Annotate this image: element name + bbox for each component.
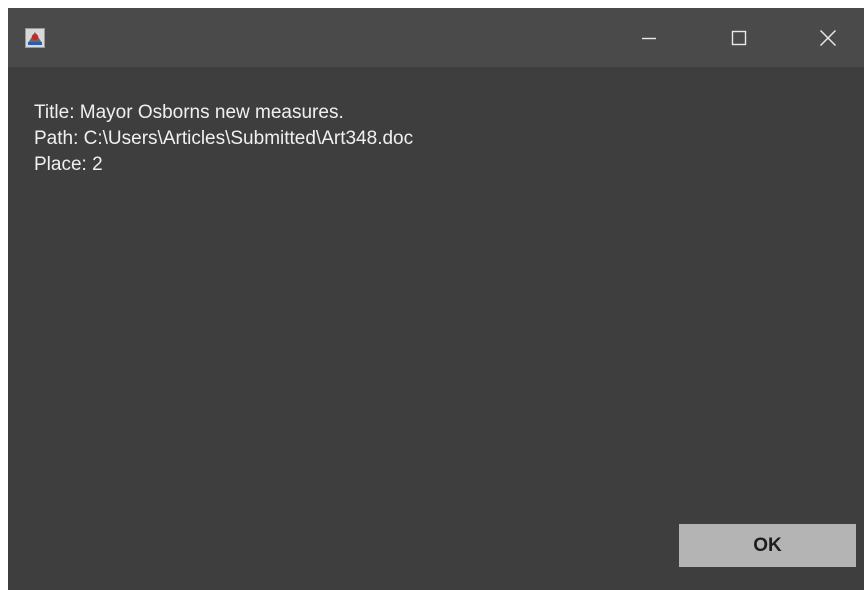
java-app-icon	[25, 28, 45, 48]
maximize-icon	[731, 30, 747, 46]
title-bar[interactable]	[8, 8, 864, 67]
close-button[interactable]	[805, 8, 851, 67]
article-title-text: Title: Mayor Osborns new measures.	[34, 102, 344, 123]
message-body: Title: Mayor Osborns new measures. Path:…	[34, 100, 413, 178]
article-place-text: Place: 2	[34, 154, 103, 175]
dialog-window: Title: Mayor Osborns new measures. Path:…	[8, 8, 864, 590]
minimize-button[interactable]	[626, 8, 672, 67]
close-icon	[819, 29, 837, 47]
maximize-button[interactable]	[716, 8, 762, 67]
ok-button[interactable]: OK	[679, 524, 856, 567]
minimize-icon	[641, 30, 657, 46]
article-path-text: Path: C:\Users\Articles\Submitted\Art348…	[34, 128, 414, 149]
